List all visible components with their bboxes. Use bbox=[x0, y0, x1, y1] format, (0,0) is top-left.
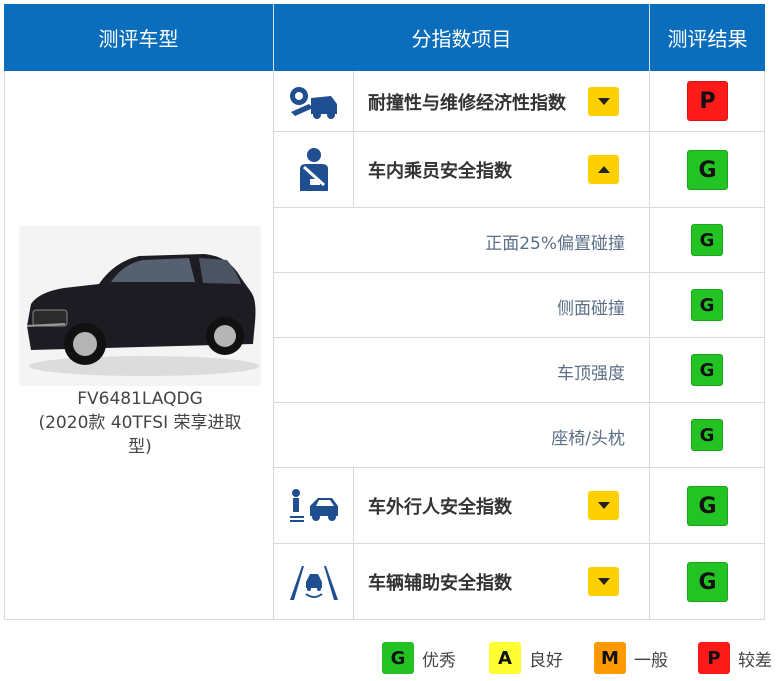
expand-toggle-repair[interactable] bbox=[588, 87, 619, 116]
vehicle-panel: FV6481LAQDG (2020款 40TFSI 荣享进取型) bbox=[4, 71, 274, 620]
rating-badge-pedestrian: G bbox=[687, 486, 728, 526]
driver-assist-icon bbox=[274, 544, 354, 620]
vehicle-model-code: FV6481LAQDG bbox=[77, 389, 203, 409]
chevron-down-icon bbox=[597, 502, 610, 509]
subitem-label: 正面25%偏置碰撞 bbox=[485, 234, 625, 254]
rating-badge-sub: G bbox=[691, 419, 723, 451]
rating-badge-repair: P bbox=[687, 81, 728, 121]
legend-text: 优秀 bbox=[422, 650, 456, 671]
occupant-safety-icon bbox=[274, 132, 354, 208]
legend-item-marginal: M 一般 bbox=[594, 642, 668, 674]
rating-badge-occupant: G bbox=[687, 150, 728, 190]
header-items: 分指数项目 bbox=[274, 4, 649, 71]
header-model: 测评车型 bbox=[4, 4, 273, 71]
index-label-assist: 车辆辅助安全指数 bbox=[368, 573, 512, 594]
legend-swatch: A bbox=[489, 642, 521, 674]
legend-text: 良好 bbox=[529, 650, 563, 671]
legend-text: 较差 bbox=[738, 650, 772, 671]
header-result-label: 测评结果 bbox=[667, 27, 748, 51]
expand-toggle-assist[interactable] bbox=[588, 567, 619, 596]
rating-badge-sub: G bbox=[691, 289, 723, 321]
legend-item-good: G 优秀 bbox=[382, 642, 456, 674]
legend-text: 一般 bbox=[634, 650, 668, 671]
vehicle-name: FV6481LAQDG (2020款 40TFSI 荣享进取型) bbox=[15, 387, 265, 459]
index-label-occupant: 车内乘员安全指数 bbox=[368, 161, 512, 182]
legend-swatch: G bbox=[382, 642, 414, 674]
chevron-down-icon bbox=[597, 98, 610, 105]
subitem-label: 侧面碰撞 bbox=[557, 299, 625, 319]
index-label-repair: 耐撞性与维修经济性指数 bbox=[368, 92, 566, 114]
suv-photo bbox=[19, 226, 261, 386]
legend-swatch: M bbox=[594, 642, 626, 674]
collapse-toggle-occupant[interactable] bbox=[588, 155, 619, 184]
subitem-label: 车顶强度 bbox=[557, 364, 625, 384]
header-items-label: 分指数项目 bbox=[411, 27, 512, 51]
index-label-pedestrian: 车外行人安全指数 bbox=[368, 497, 512, 518]
header-model-label: 测评车型 bbox=[98, 27, 179, 51]
header-result: 测评结果 bbox=[650, 4, 765, 71]
vehicle-variant: (2020款 40TFSI 荣享进取型) bbox=[38, 413, 242, 457]
legend-item-acceptable: A 良好 bbox=[489, 642, 563, 674]
repair-economy-icon bbox=[274, 71, 354, 132]
rating-table: 测评车型 分指数项目 测评结果 FV6481LAQDG (2020款 40TFS… bbox=[4, 4, 765, 620]
rating-badge-sub: G bbox=[691, 224, 723, 256]
subitem-label: 座椅/头枕 bbox=[551, 429, 625, 449]
chevron-down-icon bbox=[597, 578, 610, 585]
chevron-up-icon bbox=[597, 166, 610, 173]
pedestrian-safety-icon bbox=[274, 468, 354, 544]
expand-toggle-pedestrian[interactable] bbox=[588, 491, 619, 520]
rating-badge-assist: G bbox=[687, 562, 728, 602]
legend-item-poor: P 较差 bbox=[698, 642, 772, 674]
rating-badge-sub: G bbox=[691, 354, 723, 386]
legend-swatch: P bbox=[698, 642, 730, 674]
